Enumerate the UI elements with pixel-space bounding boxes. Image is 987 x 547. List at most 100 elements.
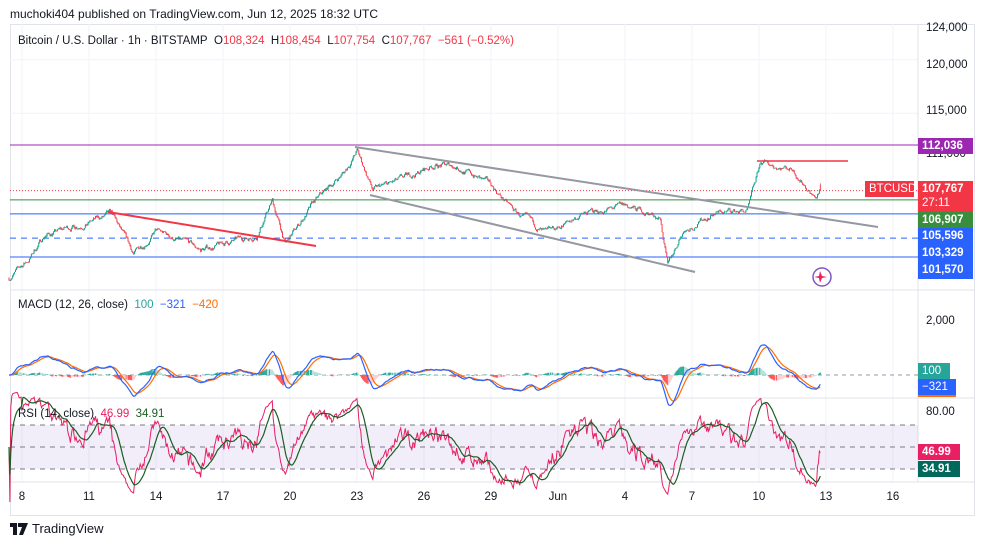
candle-body [760,162,762,164]
candle-body [24,263,26,264]
macd-histogram-bar [57,375,59,377]
candle-body [377,184,379,186]
candle-body [18,266,20,268]
candle-body [31,253,33,255]
candle-body [154,229,156,232]
macd-histogram-bar [166,375,168,377]
candle-body [603,211,605,214]
candle-body [589,210,591,211]
candle-body [787,168,789,170]
macd-histogram-bar [549,372,551,375]
macd-histogram-bar [555,373,557,375]
symbol-tag: BTCUSD [865,181,916,197]
macd-histogram-bar [667,375,669,386]
macd-histogram-bar [772,375,774,380]
tradingview-footer[interactable]: TradingView [10,521,104,536]
candle-body [95,216,97,218]
macd-histogram-bar [789,375,791,378]
candle-body [554,228,556,230]
candle-body [403,176,404,178]
candle-body [106,211,108,213]
candle-body [11,278,13,280]
macd-histogram-bar [309,370,311,375]
symbol-title[interactable]: Bitcoin / U.S. Dollar · 1h · BITSTAMP [18,35,208,47]
candle-body [351,159,353,162]
macd-histogram-bar [502,375,504,377]
candle-body [634,206,636,209]
macd-histogram-bar [422,373,424,375]
candle-body [784,166,786,167]
macd-histogram-bar [809,375,811,378]
candle-body [528,214,530,216]
resistance-price-label: 112,036 [918,138,973,154]
macd-histogram-bar [725,375,727,377]
macd-histogram-bar [503,375,505,377]
macd-histogram-bar [195,375,197,377]
macd-histogram-bar [267,369,269,375]
candle-body [670,257,671,259]
macd-histogram-bar [425,373,427,375]
candle-body [517,212,519,213]
macd-histogram-bar [731,375,733,377]
candle-body [104,214,106,216]
candle-body [774,168,776,169]
candle-body [441,164,443,167]
rsi-legend[interactable]: RSI (14, close) 46.99 34.91 [18,408,164,420]
sparkle-icon[interactable] [812,267,832,287]
macd-legend[interactable]: MACD (12, 26, close) 100 −321 −420 [18,299,218,311]
candle-body [598,211,600,214]
candle-body [281,229,283,233]
candle-body [315,197,317,200]
macd-histogram-bar [269,369,271,375]
candle-body [357,148,359,151]
macd-histogram-bar [452,375,454,377]
candle-body [539,228,541,229]
macd-histogram-bar [777,375,779,381]
candle-body [303,219,305,221]
macd-histogram-bar [787,375,789,378]
candle-body [71,225,73,229]
candle-body [444,164,446,165]
candle-body [118,223,120,225]
candle-body [633,206,635,207]
candle-body [161,230,163,232]
candle-body [741,209,743,210]
candle-body [537,229,538,232]
candle-body [790,167,791,169]
candle-body [14,271,16,274]
candle-body [150,235,152,239]
macd-histogram-bar [628,375,630,377]
candle-body [279,219,281,225]
macd-histogram-bar [112,375,114,376]
macd-histogram-bar [605,375,607,376]
candle-body [242,240,244,242]
candle-body [739,210,741,212]
macd-histogram-bar [532,374,534,375]
macd-histogram-bar [536,375,538,378]
chart-canvas[interactable] [0,0,987,547]
candle-body [596,210,598,212]
candle-body [298,225,300,226]
candle-body [799,180,801,182]
rsi-tick: 80.00 [926,406,955,418]
macd-histogram-bar [615,374,617,375]
candle-body [463,172,465,174]
macd-histogram-bar [148,371,150,375]
candle-body [173,239,175,242]
macd-histogram-bar [74,375,76,377]
macd-histogram-bar [35,373,37,375]
candle-body [459,171,461,172]
candle-body [253,240,255,242]
channel-upper-line [354,146,879,228]
candle-body [613,208,615,209]
macd-histogram-bar [209,373,211,375]
candle-body [297,224,299,226]
candle-body [147,244,149,246]
candle-body [12,275,14,279]
macd-histogram-bar [358,373,360,375]
candle-body [69,229,71,232]
candle-body [664,243,666,248]
candle-body [803,184,804,186]
candle-body [20,265,22,267]
macd-histogram-bar [170,375,172,378]
